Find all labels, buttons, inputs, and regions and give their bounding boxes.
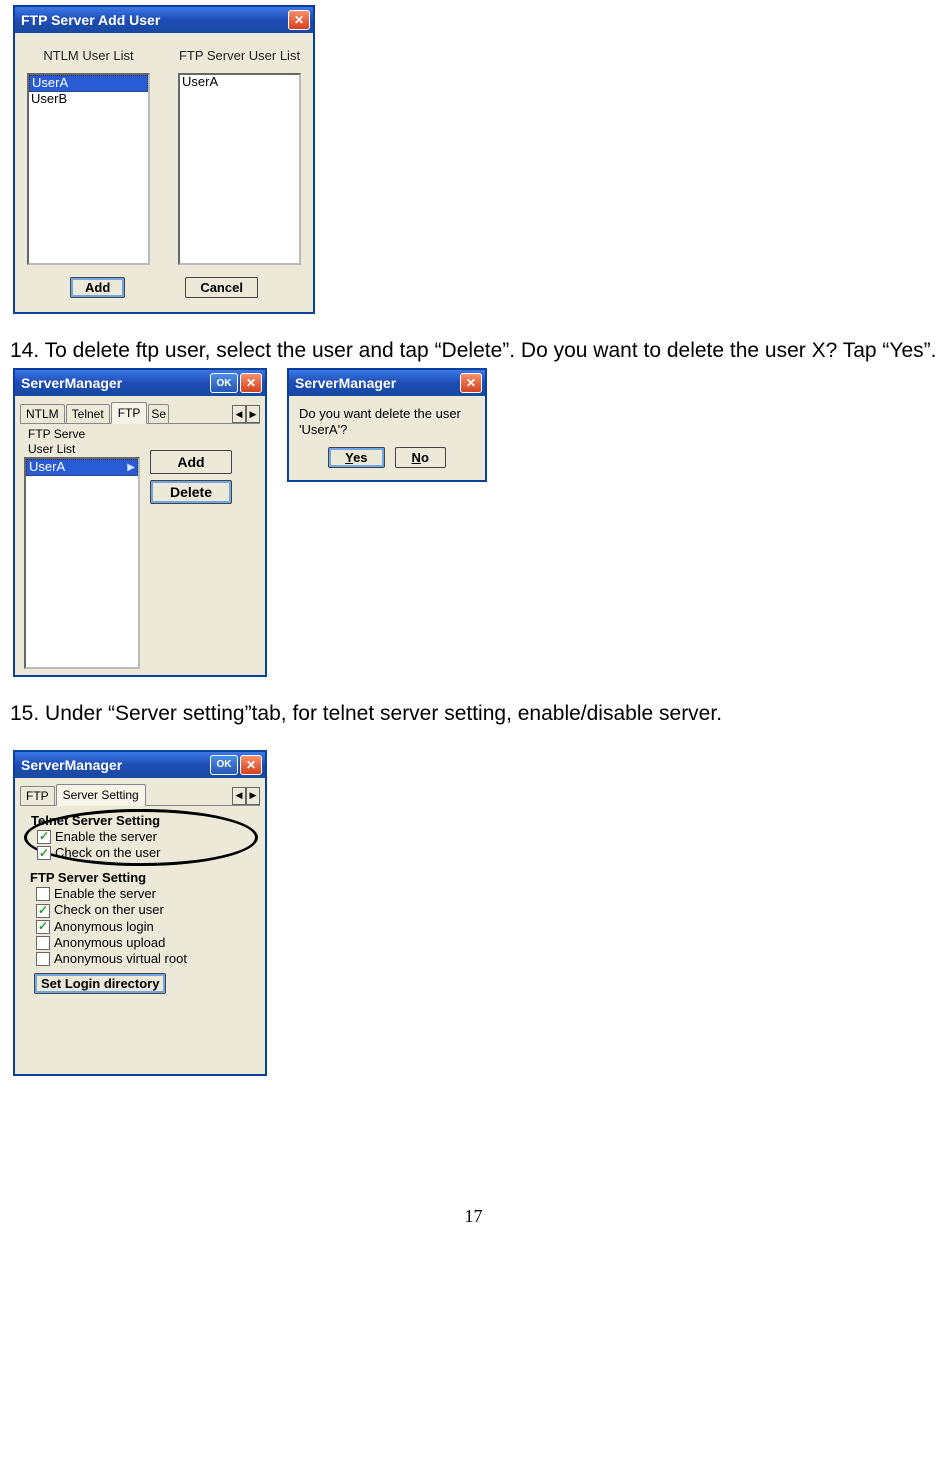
ftp-enable-row[interactable]: Enable the server bbox=[36, 886, 258, 902]
step-15-text: 15. Under “Server setting”tab, for telne… bbox=[10, 701, 937, 727]
list-item[interactable]: UserA ▶ bbox=[26, 459, 138, 476]
telnet-highlight: Telnet Server Setting Enable the server … bbox=[24, 809, 258, 867]
confirm-delete-dialog: ServerManager ✕ Do you want delete the u… bbox=[287, 368, 487, 482]
ftp-add-user-dialog: FTP Server Add User ✕ NTLM User List Use… bbox=[13, 5, 315, 314]
checkbox-icon[interactable] bbox=[36, 904, 50, 918]
checkbox-icon[interactable] bbox=[36, 952, 50, 966]
ftp-check-row[interactable]: Check on ther user bbox=[36, 902, 258, 918]
ok-button[interactable]: OK bbox=[210, 373, 238, 393]
server-manager-settings-dialog: ServerManager OK ✕ FTP Server Setting ◀ … bbox=[13, 750, 267, 1077]
tab-server-setting[interactable]: Server Setting bbox=[56, 784, 146, 806]
checkbox-icon[interactable] bbox=[36, 920, 50, 934]
tab-strip: NTLM Telnet FTP Se ◀ ▶ bbox=[20, 400, 260, 424]
tab-telnet[interactable]: Telnet bbox=[66, 404, 110, 423]
checkbox-icon[interactable] bbox=[36, 936, 50, 950]
close-icon[interactable]: ✕ bbox=[240, 373, 262, 393]
add-button[interactable]: Add bbox=[70, 277, 125, 298]
tab-scroll-left-icon[interactable]: ◀ bbox=[232, 787, 246, 805]
close-icon[interactable]: ✕ bbox=[288, 10, 310, 30]
tab-scroll-right-icon[interactable]: ▶ bbox=[246, 405, 260, 423]
dialog-title: ServerManager bbox=[295, 375, 396, 391]
ftp-check-label: Check on ther user bbox=[54, 902, 164, 918]
ftp-list-label: FTP Server User List bbox=[178, 39, 301, 73]
ftp-list-label-line2: User List bbox=[28, 443, 140, 456]
cancel-button[interactable]: Cancel bbox=[185, 277, 258, 298]
tab-partial[interactable]: Se bbox=[148, 404, 169, 423]
close-icon[interactable]: ✕ bbox=[240, 755, 262, 775]
ntlm-user-list[interactable]: UserA UserB bbox=[27, 73, 150, 265]
telnet-enable-row[interactable]: Enable the server bbox=[37, 829, 251, 845]
ftp-anon-upload-label: Anonymous upload bbox=[54, 935, 165, 951]
ftp-anon-login-label: Anonymous login bbox=[54, 919, 154, 935]
tab-ftp[interactable]: FTP bbox=[111, 402, 148, 424]
titlebar[interactable]: ServerManager OK ✕ bbox=[15, 752, 265, 778]
telnet-check-row[interactable]: Check on the user bbox=[37, 845, 251, 861]
list-item[interactable]: UserA bbox=[29, 75, 148, 92]
titlebar[interactable]: ServerManager ✕ bbox=[289, 370, 485, 396]
checkbox-icon[interactable] bbox=[36, 887, 50, 901]
titlebar[interactable]: ServerManager OK ✕ bbox=[15, 370, 265, 396]
checkbox-icon[interactable] bbox=[37, 846, 51, 860]
ok-button[interactable]: OK bbox=[210, 755, 238, 775]
tab-ntlm[interactable]: NTLM bbox=[20, 404, 65, 423]
ftp-anon-upload-row[interactable]: Anonymous upload bbox=[36, 935, 258, 951]
add-button[interactable]: Add bbox=[150, 450, 232, 474]
yes-button[interactable]: Yes bbox=[328, 447, 384, 468]
tab-scroll-right-icon[interactable]: ▶ bbox=[246, 787, 260, 805]
ftp-user-list[interactable]: UserA ▶ bbox=[24, 457, 140, 669]
ftp-anon-vroot-row[interactable]: Anonymous virtual root bbox=[36, 951, 258, 967]
checkbox-icon[interactable] bbox=[37, 830, 51, 844]
list-item[interactable]: UserB bbox=[29, 92, 148, 107]
ftp-group-title: FTP Server Setting bbox=[30, 870, 258, 885]
ftp-anon-login-row[interactable]: Anonymous login bbox=[36, 919, 258, 935]
tab-ftp[interactable]: FTP bbox=[20, 786, 55, 805]
dialog-title: ServerManager bbox=[21, 757, 122, 773]
telnet-enable-label: Enable the server bbox=[55, 829, 157, 845]
titlebar[interactable]: FTP Server Add User ✕ bbox=[15, 7, 313, 33]
tab-strip: FTP Server Setting ◀ ▶ bbox=[20, 782, 260, 806]
ntlm-list-label: NTLM User List bbox=[27, 39, 150, 73]
telnet-group-title: Telnet Server Setting bbox=[31, 813, 251, 828]
server-manager-ftp-dialog: ServerManager OK ✕ NTLM Telnet FTP Se ◀ … bbox=[13, 368, 267, 677]
no-button[interactable]: No bbox=[395, 447, 446, 468]
ftp-user-list[interactable]: UserA bbox=[178, 73, 301, 265]
page-number: 17 bbox=[10, 1206, 937, 1227]
confirm-message: Do you want delete the user 'UserA'? bbox=[299, 406, 475, 437]
list-item[interactable]: UserA bbox=[180, 75, 299, 90]
dialog-title: FTP Server Add User bbox=[21, 12, 160, 28]
chevron-right-icon: ▶ bbox=[127, 462, 135, 474]
set-login-directory-button[interactable]: Set Login directory bbox=[34, 973, 166, 994]
ftp-anon-vroot-label: Anonymous virtual root bbox=[54, 951, 187, 967]
ftp-enable-label: Enable the server bbox=[54, 886, 156, 902]
close-icon[interactable]: ✕ bbox=[460, 373, 482, 393]
step-14-text: 14. To delete ftp user, select the user … bbox=[10, 338, 937, 364]
tab-scroll-left-icon[interactable]: ◀ bbox=[232, 405, 246, 423]
telnet-check-label: Check on the user bbox=[55, 845, 161, 861]
dialog-title: ServerManager bbox=[21, 375, 122, 391]
delete-button[interactable]: Delete bbox=[150, 480, 232, 504]
ftp-list-label-line1: FTP Serve bbox=[28, 428, 140, 441]
